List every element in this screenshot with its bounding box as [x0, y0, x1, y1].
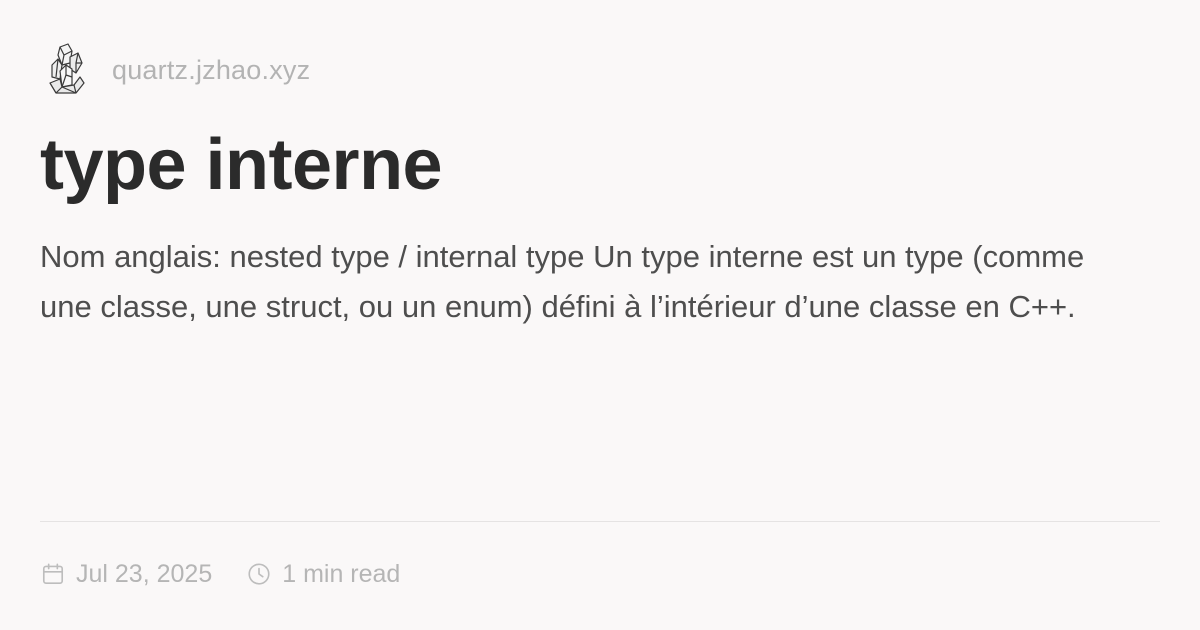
reading-time: 1 min read	[282, 559, 401, 588]
og-card: quartz.jzhao.xyz type interne Nom anglai…	[40, 0, 1160, 630]
reading-time-meta: 1 min read	[246, 560, 400, 589]
site-header: quartz.jzhao.xyz	[40, 40, 310, 100]
page-description: Nom anglais: nested type / internal type…	[40, 239, 1085, 324]
crystal-logo-icon	[40, 40, 96, 100]
clock-icon	[246, 561, 272, 587]
page-meta: Jul 23, 2025 1 min read	[40, 556, 400, 592]
publish-date: Jul 23, 2025	[76, 559, 213, 588]
divider	[40, 521, 1160, 522]
calendar-icon	[40, 561, 66, 587]
site-domain[interactable]: quartz.jzhao.xyz	[112, 55, 310, 86]
date-meta: Jul 23, 2025	[40, 560, 212, 589]
page-title: type interne	[40, 125, 443, 205]
